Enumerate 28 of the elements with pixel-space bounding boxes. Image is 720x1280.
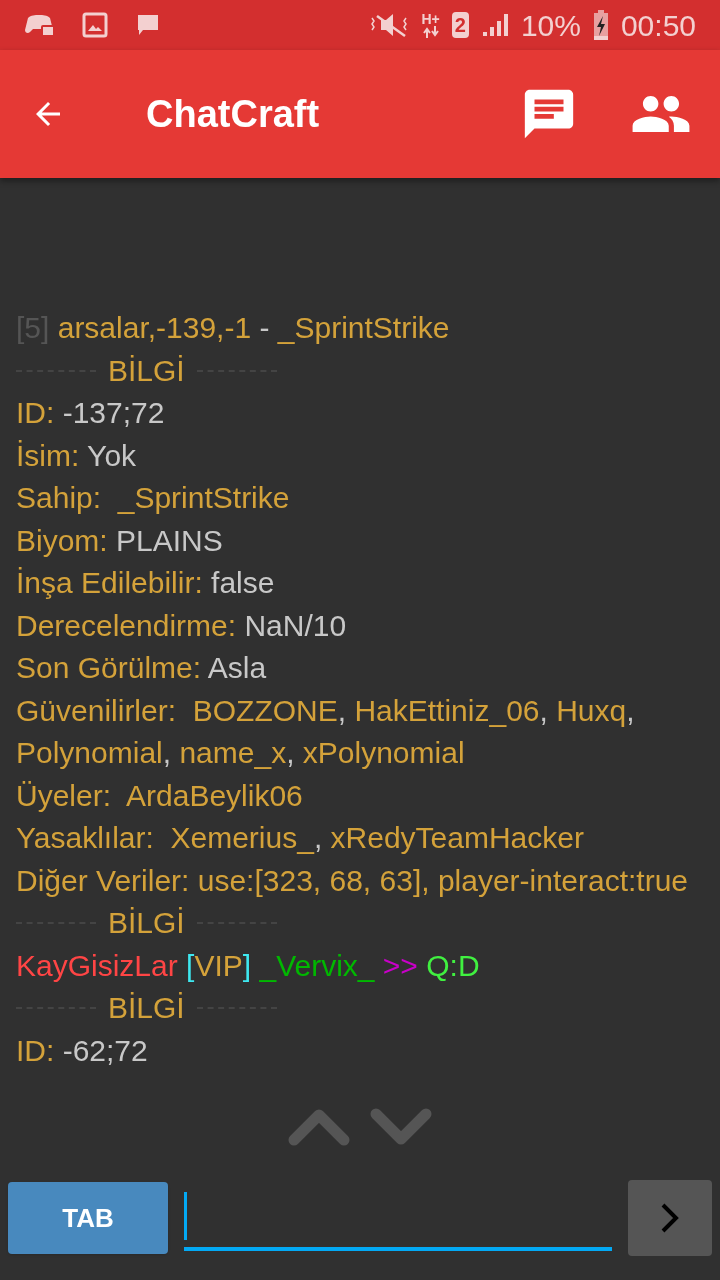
clock: 00:50	[620, 7, 696, 44]
chat-message: ID: -62;72	[16, 1032, 149, 1069]
divider-label: BİLGİ	[108, 905, 185, 941]
chat-message: İnşa Edilebilir: false	[16, 565, 276, 601]
chat-message: KayGisizLar [VIP] _Vervix_ >> Q:D	[16, 947, 481, 984]
battery-charging-icon	[592, 10, 609, 40]
network-type-indicator: H+	[421, 12, 440, 38]
message-icon	[136, 13, 160, 37]
send-button[interactable]	[628, 1180, 712, 1256]
divider-label: BİLGİ	[108, 990, 185, 1026]
chat-message: Üyeler: ArdaBeylik06	[16, 777, 304, 814]
divider-label: BİLGİ	[108, 352, 185, 389]
chat-message: Son Görülme: Asla	[16, 650, 268, 686]
chat-message: Yasaklılar: Xemerius_, xRedyTeamHacker	[16, 820, 585, 856]
app-title: ChatCraft	[146, 91, 320, 137]
chat-message: Güvenilirler: BOZZONE, HakEttiniz_06, Huxq, Polynomial, name_x, xPolynomial	[16, 692, 636, 771]
chat-message: Diğer Veriler: use:[323, 68, 63], player-interact:true	[16, 862, 689, 899]
chat-message: Derecelendirme: NaN/10	[16, 607, 348, 644]
sim-badge: 2	[451, 12, 469, 38]
tab-button[interactable]: TAB	[8, 1182, 168, 1254]
image-icon	[82, 12, 108, 38]
signal-icon	[480, 12, 509, 38]
chat-message: İsim: Yok	[16, 437, 138, 474]
game-controller-icon	[24, 12, 54, 38]
chat-message: Biyom: PLAINS	[16, 522, 224, 559]
chat-message: Sahip: _SprintStrike	[16, 480, 291, 516]
chat-message: ID: -137;72	[16, 395, 166, 431]
battery-percentage: 10%	[520, 7, 581, 44]
